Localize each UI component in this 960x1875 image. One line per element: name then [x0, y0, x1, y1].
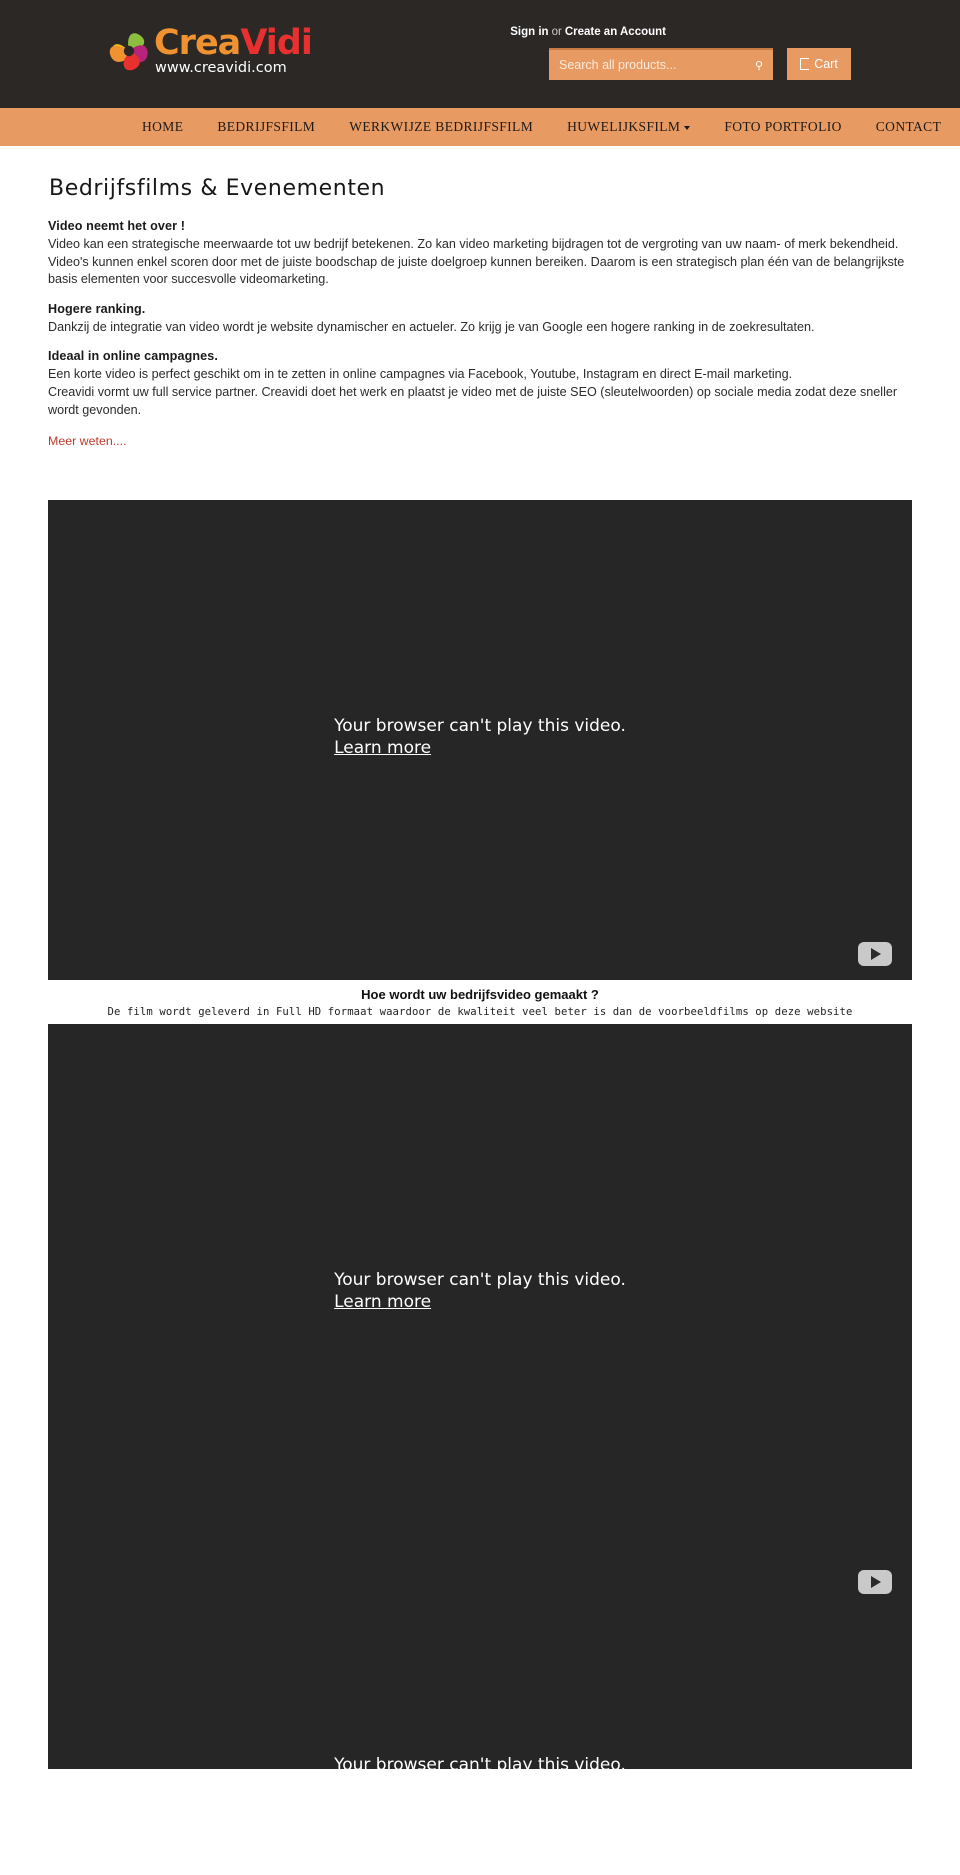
nav-item-label: HUWELIJKSFILM	[567, 119, 681, 134]
meer-weten-link[interactable]: Meer weten....	[48, 434, 127, 448]
video-error-text: Your browser can't play this video.	[334, 1755, 626, 1776]
video-error-text: Your browser can't play this video.	[334, 716, 626, 737]
video-learn-more-link[interactable]: Learn more	[334, 1776, 431, 1798]
page-content: Bedrijfsfilms & Evenementen Video neemt …	[0, 176, 960, 450]
cart-label: Cart	[814, 57, 838, 71]
nav-item-label: WERKWIJZE BEDRIJFSFILM	[349, 119, 534, 134]
nav-item-label: FOTO PORTFOLIO	[724, 119, 842, 134]
nav-item-label: CONTACT	[875, 119, 942, 134]
search-icon[interactable]: ⚲	[745, 50, 773, 80]
spiral-flower-icon	[104, 26, 154, 76]
logo-word-vidi: Vidi	[240, 23, 313, 64]
intro-block-line: Dankzij de integratie van video wordt je…	[48, 319, 815, 334]
site-logo[interactable]: CreaVidi www.creavidi.com	[104, 23, 313, 77]
nav-item-huwelijksfilm[interactable]: HUWELIJKSFILM	[550, 119, 707, 135]
video-caption-subline: De film wordt geleverd in Full HD formaa…	[107, 1006, 853, 1019]
video-error-message: Your browser can't play this video. Lear…	[334, 1754, 626, 1798]
logo-url: www.creavidi.com	[155, 60, 287, 77]
intro-block-line: Video kan een strategische meerwaarde to…	[48, 237, 899, 251]
video-error-message: Your browser can't play this video. Lear…	[334, 715, 626, 759]
create-account-link[interactable]: Create an Account	[565, 26, 666, 38]
bedrijfsvideo-player-1[interactable]: Your browser can't play this video. Lear…	[48, 500, 912, 981]
chevron-down-icon	[684, 126, 691, 130]
nav-item-contact[interactable]: CONTACT	[859, 119, 958, 135]
nav-item-label: HOME	[142, 119, 184, 134]
play-button-icon[interactable]	[858, 942, 892, 967]
site-header: CreaVidi www.creavidi.com Sign in or Creat…	[0, 0, 960, 108]
intro-block-line: wordt gevonden.	[48, 402, 142, 417]
intro-block-heading: Ideaal in online campagnes.	[48, 349, 218, 364]
play-button-icon[interactable]	[858, 1570, 892, 1595]
intro-block-line: Video's kunnen enkel scoren door met de …	[48, 254, 905, 269]
sign-in-link[interactable]: Sign in	[510, 26, 548, 38]
main-navigation: HOME BEDRIJFSFILM WERKWIJZE BEDRIJFSFILM HU…	[0, 108, 960, 146]
account-links-separator: or	[551, 26, 562, 38]
nav-item-bedrijfsfilm[interactable]: BEDRIJFSFILM	[200, 119, 332, 135]
nav-item-home[interactable]: HOME	[142, 119, 200, 135]
nav-item-label: BEDRIJFSFILM	[217, 119, 316, 134]
video-learn-more-link[interactable]: Learn more	[334, 1291, 431, 1313]
logo-word-crea: Crea	[154, 23, 241, 64]
cart-icon	[800, 58, 810, 70]
video-caption-headline: Hoe wordt uw bedrijfsvideo gemaakt ?	[361, 987, 599, 1003]
intro-block-heading: Hogere ranking.	[48, 301, 146, 316]
nav-item-foto-portfolio[interactable]: FOTO PORTFOLIO	[707, 119, 858, 135]
intro-block: Hogere ranking. Dankzij de integratie van…	[48, 302, 912, 337]
intro-block-line: basis elementen voor succesvolle videoma…	[48, 272, 329, 287]
intro-block: Ideaal in online campagnes. Een korte vid…	[48, 349, 912, 419]
nav-item-werkwijze-bedrijfsfilm[interactable]: WERKWIJZE BEDRIJFSFILM	[332, 119, 550, 135]
intro-text-blocks: Video neemt het over ! Video kan een stra…	[48, 219, 912, 419]
account-links: Sign in or Create an Account	[510, 26, 666, 38]
search-form: ⚲	[549, 48, 773, 80]
video-error-text: Your browser can't play this video.	[334, 1270, 626, 1291]
intro-block-line: Creavidi vormt uw full service partner. …	[48, 384, 898, 399]
search-input[interactable]	[549, 50, 745, 80]
play-triangle-icon	[871, 948, 881, 961]
cart-button[interactable]: Cart	[787, 48, 851, 80]
play-triangle-icon	[871, 1576, 881, 1589]
video-learn-more-link[interactable]: Learn more	[334, 737, 431, 759]
intro-block-heading: Video neemt het over !	[48, 219, 186, 233]
video-error-message: Your browser can't play this video. Lear…	[334, 1269, 626, 1313]
intro-block: Video neemt het over ! Video kan een stra…	[48, 219, 912, 289]
bedrijfsvideo-player-2[interactable]: Your browser can't play this video. Lear…	[48, 1024, 912, 1797]
page-title: Bedrijfsfilms & Evenementen	[49, 176, 386, 201]
intro-block-line: Een korte video is perfect geschikt om i…	[48, 367, 793, 382]
